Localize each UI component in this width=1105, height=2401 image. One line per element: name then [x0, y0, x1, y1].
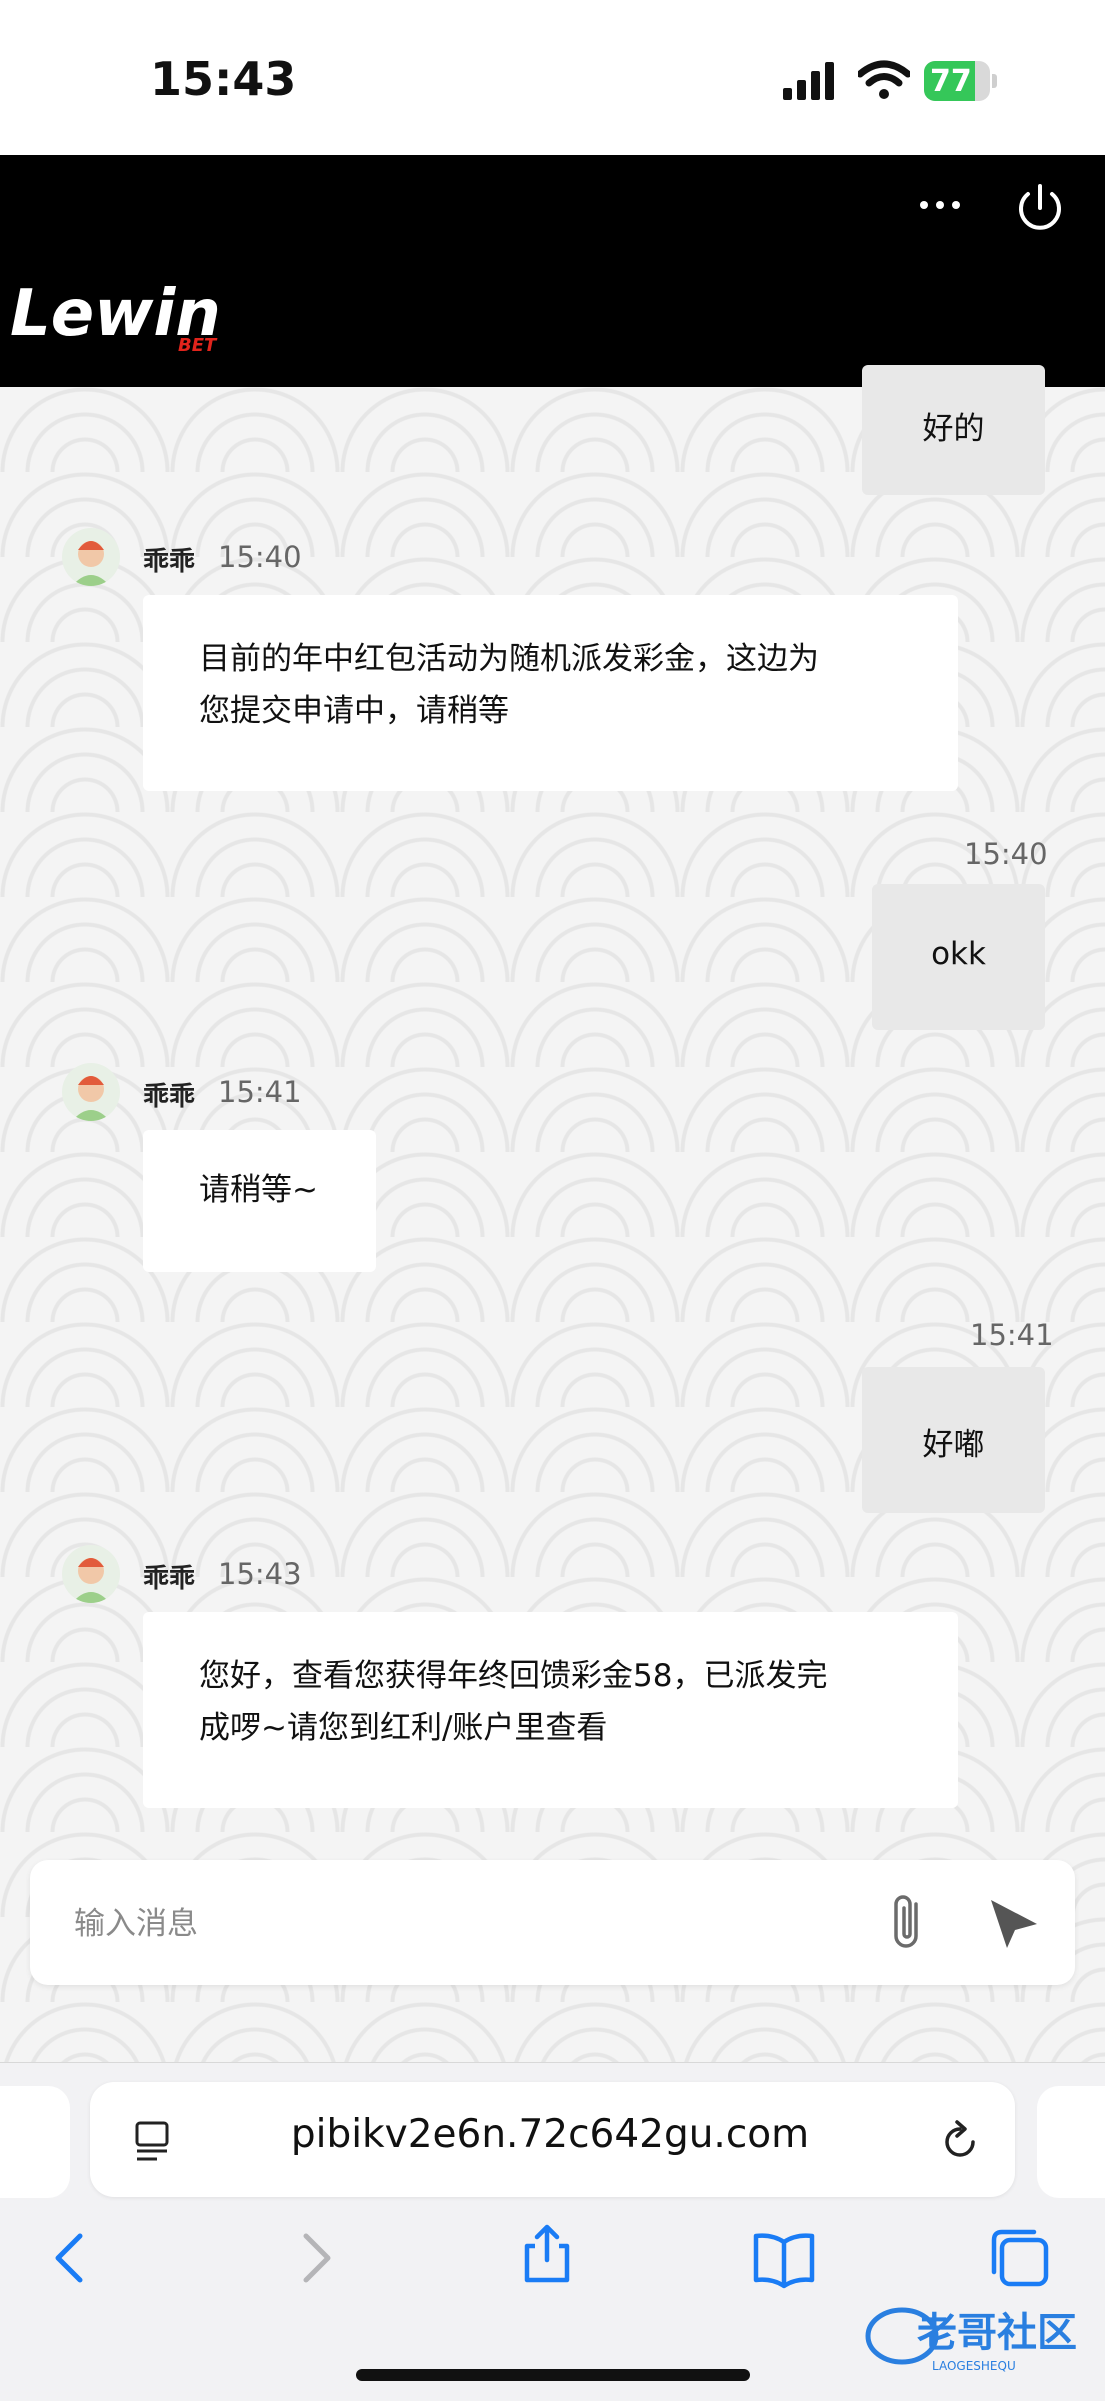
message-text: okk [931, 936, 986, 972]
wifi-icon [858, 60, 910, 99]
message-time: 15:43 [218, 1557, 302, 1591]
message-time: 15:40 [964, 837, 1048, 871]
outgoing-message[interactable]: 好嘟 [862, 1367, 1045, 1513]
page-menu-icon[interactable] [133, 2119, 173, 2163]
incoming-message[interactable]: 请稍等~ [143, 1130, 376, 1272]
message-text: 好嘟 [922, 1427, 985, 1463]
message-time: 15:40 [218, 540, 302, 574]
message-text: 好的 [922, 411, 985, 447]
watermark-text: 老哥社区 [917, 2310, 1077, 2356]
next-tab-preview[interactable] [1037, 2086, 1105, 2198]
send-icon[interactable] [985, 1894, 1043, 1952]
back-icon[interactable] [40, 2226, 104, 2290]
sender-name: 乖乖 [143, 1082, 196, 1112]
forward-icon[interactable] [282, 2226, 346, 2290]
watermark-subtext: LAOGESHEQU [932, 2359, 1016, 2373]
lewin-logo: Lewin BET [10, 277, 221, 355]
more-dots-icon [920, 201, 960, 209]
more-menu-button[interactable] [910, 175, 970, 235]
previous-tab-preview[interactable] [0, 2086, 70, 2198]
url-text[interactable]: pibikv2e6n.72c642gu.com [200, 2112, 900, 2157]
agent-avatar [62, 1545, 120, 1603]
tabs-icon[interactable] [988, 2226, 1052, 2290]
agent-avatar [62, 528, 120, 586]
share-icon[interactable] [515, 2222, 579, 2286]
avatar-icon [72, 1076, 110, 1121]
sender-name: 乖乖 [143, 1564, 196, 1594]
reload-icon[interactable] [935, 2117, 985, 2167]
incoming-message[interactable]: 目前的年中红包活动为随机派发彩金，这边为 您提交申请中，请稍等 [143, 595, 958, 791]
agent-avatar [62, 1063, 120, 1121]
message-line: 成啰~请您到红利/账户里查看 [199, 1710, 608, 1746]
home-indicator[interactable] [356, 2369, 750, 2381]
watermark-logo: 老哥社区 LAOGESHEQU [865, 2307, 1077, 2373]
message-time: 15:41 [970, 1318, 1054, 1352]
battery-percent: 77 [930, 64, 972, 99]
outgoing-message[interactable]: 好的 [862, 365, 1045, 495]
battery-indicator: 77 [924, 61, 998, 101]
incoming-message[interactable]: 您好，查看您获得年终回馈彩金58，已派发完 成啰~请您到红利/账户里查看 [143, 1612, 958, 1808]
bookmarks-icon[interactable] [752, 2228, 816, 2292]
paperclip-icon[interactable] [880, 1890, 940, 1954]
avatar-icon [72, 541, 110, 586]
outgoing-message[interactable]: okk [872, 884, 1045, 1030]
status-time: 15:43 [150, 52, 297, 106]
avatar-icon [72, 1558, 110, 1603]
sender-name: 乖乖 [143, 547, 196, 577]
message-input[interactable] [72, 1895, 856, 1953]
message-line: 目前的年中红包活动为随机派发彩金，这边为 [199, 641, 819, 677]
message-line: 请稍等~ [199, 1172, 318, 1208]
cellular-signal-icon [783, 62, 834, 100]
logo-subtext: BET [178, 335, 218, 355]
message-time: 15:41 [218, 1075, 302, 1109]
message-line: 您提交申请中，请稍等 [199, 693, 509, 729]
power-icon[interactable] [1012, 180, 1068, 236]
message-line: 您好，查看您获得年终回馈彩金58，已派发完 [199, 1658, 828, 1694]
